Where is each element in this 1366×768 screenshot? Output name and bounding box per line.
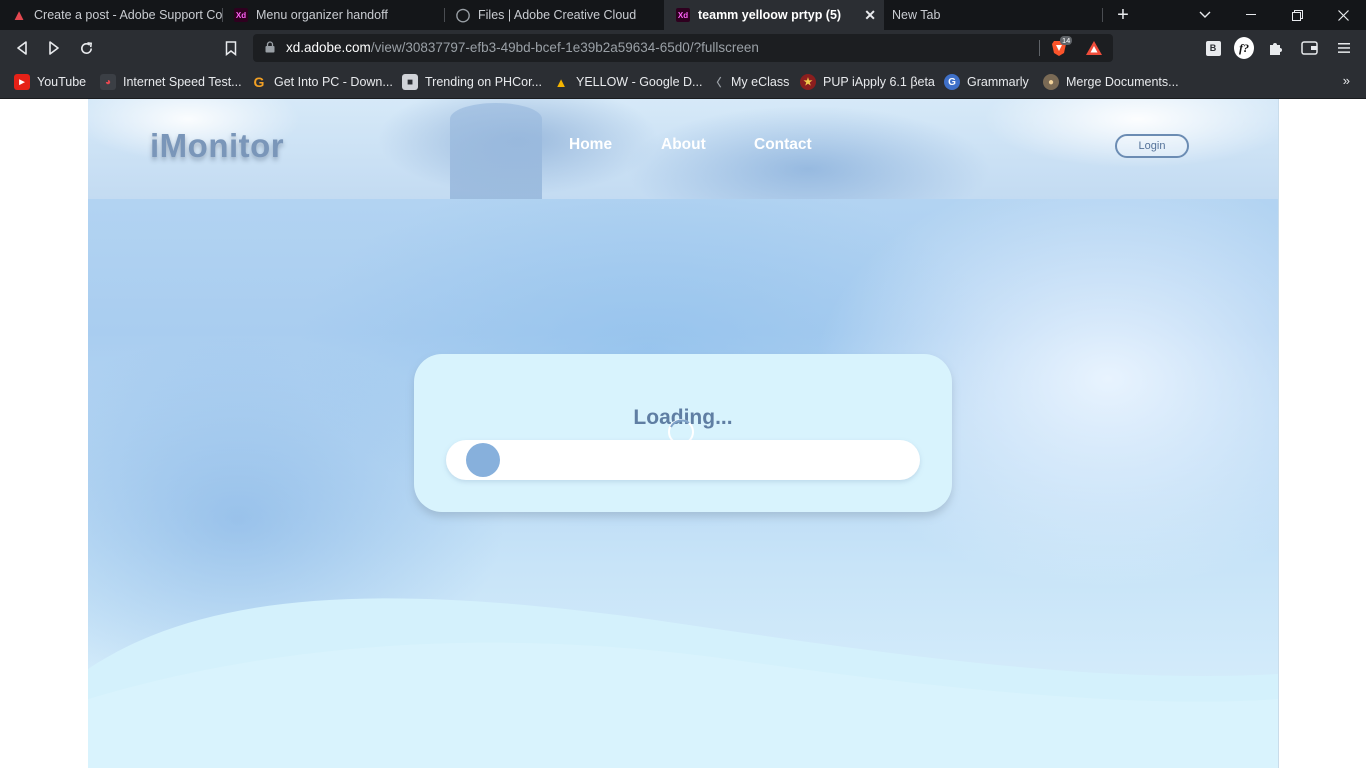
google-drive-icon: ▲: [554, 74, 568, 90]
bookmark-label: YouTube: [37, 75, 87, 89]
xd-artboard: iMonitor Home About Contact Login Loadin…: [88, 99, 1279, 768]
bookmark-pup-iapply[interactable]: ★ PUP iApply 6.1 βeta: [800, 73, 935, 91]
extensions-puzzle-icon[interactable]: [1266, 38, 1286, 58]
shield-count-badge: 14: [1060, 36, 1073, 45]
background-wave: [88, 598, 1278, 768]
background-tower-shape: [450, 103, 542, 199]
tab-teamm-yelloow[interactable]: Xd teamm yelloow prtyp (5) ✕: [664, 0, 884, 30]
nav-contact[interactable]: Contact: [754, 136, 812, 154]
site-header: iMonitor Home About Contact Login: [88, 99, 1278, 199]
bookmark-label: Internet Speed Test...: [123, 75, 242, 89]
nav-about[interactable]: About: [661, 136, 706, 154]
pup-icon: ★: [800, 74, 816, 90]
bookmark-get-into-pc[interactable]: G Get Into PC - Down...: [251, 73, 393, 91]
url-path: /view/30837797-efb3-49bd-bcef-1e39b2a596…: [370, 40, 759, 55]
youtube-icon: ▶: [14, 74, 30, 90]
tab-search-icon[interactable]: [1182, 0, 1228, 30]
creative-cloud-icon: ◯: [455, 7, 471, 22]
merge-docs-icon: ●: [1043, 74, 1059, 90]
tab-creative-cloud[interactable]: ◯ Files | Adobe Creative Cloud: [444, 0, 662, 30]
tab-title: Files | Adobe Creative Cloud: [478, 8, 637, 22]
bookmarks-more-icon[interactable]: »: [1343, 73, 1350, 88]
restore-icon[interactable]: [1274, 0, 1320, 30]
brave-rewards-icon[interactable]: [1085, 39, 1103, 57]
bookmark-grammarly[interactable]: G Grammarly: [944, 73, 1029, 91]
browser-toolbar: xd.adobe.com/view/30837797-efb3-49bd-bce…: [0, 30, 1366, 66]
url-host: xd.adobe.com: [286, 40, 371, 55]
bookmark-google-drive[interactable]: ▲ YELLOW - Google D...: [553, 73, 703, 91]
forward-icon[interactable]: [44, 38, 64, 58]
page-viewport: iMonitor Home About Contact Login Loadin…: [0, 99, 1366, 768]
address-bar[interactable]: xd.adobe.com/view/30837797-efb3-49bd-bce…: [253, 34, 1113, 62]
bookmarks-bar: ▶ YouTube ◕ Internet Speed Test... G Get…: [0, 66, 1366, 99]
tab-menu-organizer[interactable]: Xd Menu organizer handoff: [222, 0, 444, 30]
getintopc-icon: G: [253, 74, 265, 90]
login-button[interactable]: Login: [1115, 134, 1189, 158]
bookmark-label: YELLOW - Google D...: [576, 75, 703, 89]
bookmark-speed-test[interactable]: ◕ Internet Speed Test...: [100, 73, 242, 91]
tab-title: Create a post - Adobe Support Co: [34, 8, 222, 22]
bookmark-icon[interactable]: [221, 38, 241, 58]
minimize-icon[interactable]: [1228, 0, 1274, 30]
wallet-icon[interactable]: [1299, 38, 1319, 58]
bookmark-label: Get Into PC - Down...: [274, 75, 393, 89]
xd-icon: Xd: [234, 8, 248, 22]
new-tab-button[interactable]: +: [1100, 0, 1146, 30]
menu-icon[interactable]: [1334, 38, 1354, 58]
site-logo[interactable]: iMonitor: [150, 127, 284, 165]
close-tab-icon[interactable]: ✕: [864, 7, 876, 24]
bookmark-label: Merge Documents...: [1066, 75, 1179, 89]
adobe-icon: ▲: [11, 6, 27, 24]
progress-indicator: [466, 443, 500, 477]
bookmark-label: Grammarly: [967, 75, 1029, 89]
bookmark-label: PUP iApply 6.1 βeta: [823, 75, 935, 89]
loading-card: Loading...: [414, 354, 952, 512]
bookmark-phcorner[interactable]: ■ Trending on PHCor...: [402, 73, 542, 91]
bookmark-youtube[interactable]: ▶ YouTube: [14, 73, 86, 91]
extension-b-icon[interactable]: B: [1203, 38, 1223, 58]
url-text: xd.adobe.com/view/30837797-efb3-49bd-bce…: [286, 40, 759, 55]
extension-f-icon[interactable]: f?: [1234, 37, 1254, 59]
back-icon[interactable]: [12, 38, 32, 58]
lock-icon: [265, 41, 275, 53]
tab-new-tab[interactable]: New Tab: [884, 0, 1102, 30]
url-divider: [1039, 40, 1040, 56]
speedtest-icon: ◕: [100, 74, 116, 90]
bookmark-label: Trending on PHCor...: [425, 75, 542, 89]
grammarly-icon: G: [944, 74, 960, 90]
tab-title: New Tab: [892, 8, 941, 22]
bookmark-merge-documents[interactable]: ● Merge Documents...: [1043, 73, 1179, 91]
tab-strip: ▲ Create a post - Adobe Support Co Xd Me…: [0, 0, 1366, 30]
phcorner-icon: ■: [402, 74, 418, 90]
bookmark-eclass[interactable]: 〈 My eClass: [708, 73, 790, 91]
close-window-icon[interactable]: [1320, 0, 1366, 30]
xd-icon: Xd: [676, 8, 690, 22]
tab-title: Menu organizer handoff: [256, 8, 388, 22]
reload-icon[interactable]: [76, 38, 96, 58]
bookmark-label: My eClass: [731, 75, 790, 89]
tab-title: teamm yelloow prtyp (5): [698, 8, 842, 22]
tab-create-post[interactable]: ▲ Create a post - Adobe Support Co: [0, 0, 222, 30]
eclass-icon: 〈: [710, 77, 722, 89]
progress-track: [446, 440, 920, 480]
nav-home[interactable]: Home: [569, 136, 612, 154]
